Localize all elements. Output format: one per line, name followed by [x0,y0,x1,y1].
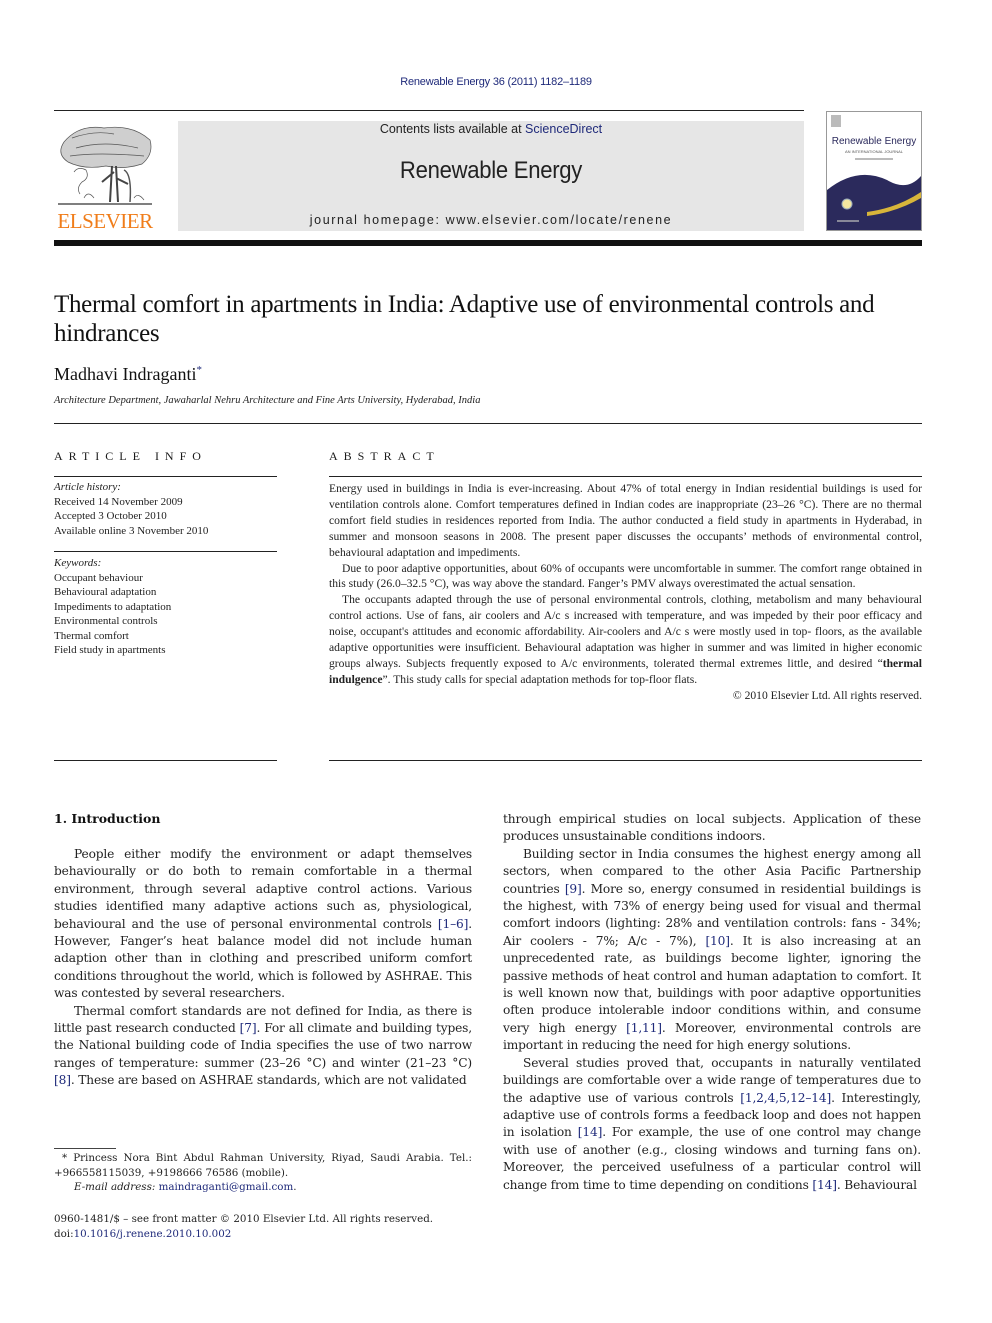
body-text: People either modify the environment or … [54,847,472,931]
article-title: Thermal comfort in apartments in India: … [54,291,875,347]
elsevier-tree-icon [58,126,152,205]
cover-title: Renewable Energy [832,136,917,147]
abstract-text: Energy used in buildings in India is eve… [329,481,922,704]
body-paragraph: Several studies proved that, occupants i… [503,1055,921,1194]
author-affiliation: Architecture Department, Jawaharlal Nehr… [54,395,481,406]
history-received: Received 14 November 2009 [54,495,183,508]
abstract-end-rule [329,760,922,761]
keyword: Behavioural adaptation [54,586,157,598]
keywords-list: Keywords: Occupant behaviour Behavioural… [54,556,277,658]
abstract-text-span: The occupants adapted through the use of… [329,593,922,670]
article-history: Article history: Received 14 November 20… [54,480,277,538]
cover-artwork-icon: Renewable Energy AN INTERNATIONAL JOURNA… [827,115,921,230]
citation-link[interactable]: [14] [812,1178,837,1192]
article-info-rule [54,476,277,477]
doi-label: doi: [54,1227,74,1240]
keywords-label: Keywords: [54,557,102,569]
body-column-right: through empirical studies on local subje… [503,811,921,1194]
abstract-copyright: © 2010 Elsevier Ltd. All rights reserved… [732,688,922,702]
email-label: E-mail address: [74,1181,159,1193]
body-paragraph: People either modify the environment or … [54,846,472,1003]
author-footnote-mark[interactable]: * [196,364,202,376]
elsevier-wordmark: ELSEVIER [57,209,153,233]
body-paragraph: Building sector in India consumes the hi… [503,846,921,1055]
article-info-heading: ARTICLE INFO [54,449,207,463]
section-heading-introduction: 1. Introduction [54,811,161,826]
abstract-paragraph: Due to poor adaptive opportunities, abou… [329,561,922,591]
abstract-paragraph: Energy used in buildings in India is eve… [329,482,922,559]
body-text: . These are based on ASHRAE standards, w… [70,1073,467,1088]
body-text: . Behavioural [836,1177,917,1192]
cover-subtitle: AN INTERNATIONAL JOURNAL [845,149,904,154]
journal-banner: Contents lists available at ScienceDirec… [178,121,804,231]
citation-link[interactable]: [1,11] [626,1021,662,1035]
doi-line: doi:10.1016/j.renene.2010.10.002 [54,1227,472,1242]
email-link[interactable]: maindraganti@gmail.com [159,1181,294,1193]
journal-cover[interactable]: Renewable Energy AN INTERNATIONAL JOURNA… [826,111,922,231]
abstract-rule [329,476,922,477]
top-rule [54,110,804,111]
email-end: . [293,1181,297,1193]
citation-link[interactable]: [7] [240,1021,257,1035]
citation-link[interactable]: [14] [578,1125,603,1139]
contents-prefix: Contents lists available at [379,122,526,136]
author-line: Madhavi Indraganti* [54,364,202,385]
keyword: Thermal comfort [54,629,129,642]
title-rule [54,423,922,424]
doi-link[interactable]: 10.1016/j.renene.2010.10.002 [74,1228,232,1240]
citation-link[interactable]: [8] [54,1073,71,1087]
issn-line: 0960-1481/$ – see front matter © 2010 El… [54,1213,434,1225]
author-name: Madhavi Indraganti [54,364,197,384]
citation-link[interactable]: [1–6] [438,917,469,931]
keywords-rule [54,551,277,552]
contents-line: Contents lists available at ScienceDirec… [178,122,804,136]
sciencedirect-link[interactable]: ScienceDirect [525,122,602,136]
journal-homepage[interactable]: journal homepage: www.elsevier.com/locat… [178,213,804,227]
journal-citation[interactable]: Renewable Energy 36 (2011) 1182–1189 [0,76,992,88]
history-online: Available online 3 November 2010 [54,524,209,537]
header-thick-rule [54,240,922,246]
citation-link[interactable]: [1,2,4,5,12–14] [740,1091,831,1105]
body-paragraph: through empirical studies on local subje… [503,812,921,844]
keyword: Occupant behaviour [54,571,143,584]
body-text: . It is also increasing at an unpreceden… [503,933,921,1035]
author-footnote: * Princess Nora Bint Abdul Rahman Univer… [54,1151,472,1195]
body-paragraph: Thermal comfort standards are not define… [54,1003,472,1090]
footnote-email-line: E-mail address: maindraganti@gmail.com. [54,1180,472,1195]
keyword: Field study in apartments [54,644,166,656]
abstract-heading: ABSTRACT [329,449,440,463]
keyword: Environmental controls [54,615,158,627]
body-column-left: People either modify the environment or … [54,846,472,1090]
front-matter: 0960-1481/$ – see front matter © 2010 El… [54,1212,472,1241]
journal-title: Renewable Energy [399,157,583,184]
abstract-text-span: ”. This study calls for special adaptati… [382,672,698,686]
citation-link[interactable]: [10] [705,934,730,948]
history-accepted: Accepted 3 October 2010 [54,510,167,522]
article-info-end-rule [54,760,277,761]
footnote-rule [54,1148,116,1149]
citation-link[interactable]: [9] [565,882,582,896]
keyword: Impediments to adaptation [54,600,172,613]
elsevier-logo[interactable]: ELSEVIER [54,120,156,232]
footnote-text: * Princess Nora Bint Abdul Rahman Univer… [54,1152,472,1179]
abstract-paragraph: The occupants adapted through the use of… [329,592,922,687]
history-label: Article history: [54,481,121,493]
